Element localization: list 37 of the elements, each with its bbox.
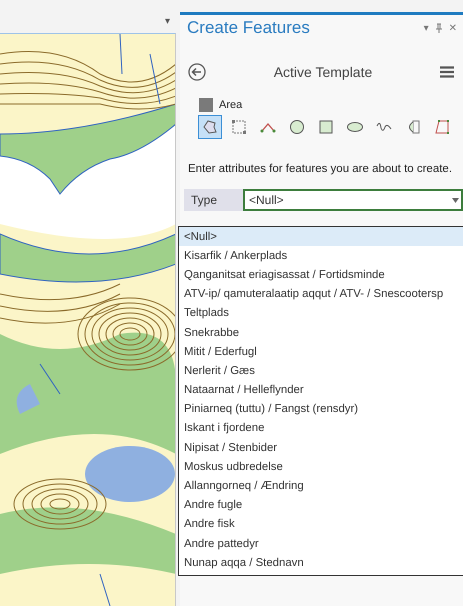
back-icon[interactable] [188, 63, 206, 81]
dropdown-option[interactable]: ATV-ip/ qamuteralaatip aqqut / ATV- / Snescootersp [179, 284, 463, 304]
dropdown-option[interactable]: Teltplads [179, 304, 463, 323]
close-button[interactable]: ✕ [448, 22, 457, 34]
attribute-label: Type [184, 189, 243, 211]
menu-icon[interactable] [440, 66, 454, 78]
right-angle-polygon-icon [433, 118, 451, 136]
dropdown-option[interactable]: Nunap aqqa / Stednavn [179, 553, 463, 572]
construction-tool-button[interactable] [198, 115, 222, 139]
vertices-icon [230, 118, 248, 136]
dropdown-option[interactable]: Kisarfik / Ankerplads [179, 246, 463, 266]
dropdown-option[interactable]: <Null> [179, 227, 463, 246]
dropdown-option[interactable]: Andre fugle [179, 496, 463, 515]
dropdown-option[interactable]: Allanngorneq / Ændring [179, 476, 463, 496]
pin-icon[interactable] [434, 22, 443, 34]
circle-icon [288, 118, 306, 136]
rectangle-icon [317, 118, 335, 136]
type-dropdown[interactable]: <Null> [243, 189, 463, 211]
dropdown-option[interactable]: Nerlerit / Gæs [179, 361, 463, 380]
dropdown-option[interactable]: Snekrabbe [179, 322, 463, 342]
pane-title: Create Features [187, 18, 310, 38]
pane-options-caret[interactable]: ▾ [424, 22, 429, 34]
caret-icon [452, 198, 459, 202]
pane-menu-caret[interactable]: ▾ [164, 16, 170, 27]
dropdown-option[interactable]: Nataarnat / Helleflynder [179, 380, 463, 400]
dropdown-option[interactable]: Iskant i fjordene [179, 418, 463, 438]
dropdown-option[interactable]: Piniarneq (tuttu) / Fangst (rensdyr) [179, 400, 463, 419]
dropdown-option[interactable]: Moskus udbredelse [179, 457, 463, 476]
template-header: Active Template [274, 64, 372, 80]
dropdown-option[interactable]: Mitit / Ederfugl [179, 342, 463, 362]
dropdown-option[interactable]: Andre pattedyr [179, 534, 463, 554]
dropdown-option[interactable]: Andre fisk [179, 514, 463, 534]
template-name: Area [219, 99, 242, 111]
instructions-text: Enter attributes for features you are about to create. [188, 162, 454, 177]
dropdown-option[interactable]: Nipisat / Stenbider [179, 438, 463, 458]
freehand-polygon-icon [201, 118, 219, 136]
dropdown-option[interactable]: Qanganitsat eriagisassat / Fortidsminde [179, 265, 463, 285]
